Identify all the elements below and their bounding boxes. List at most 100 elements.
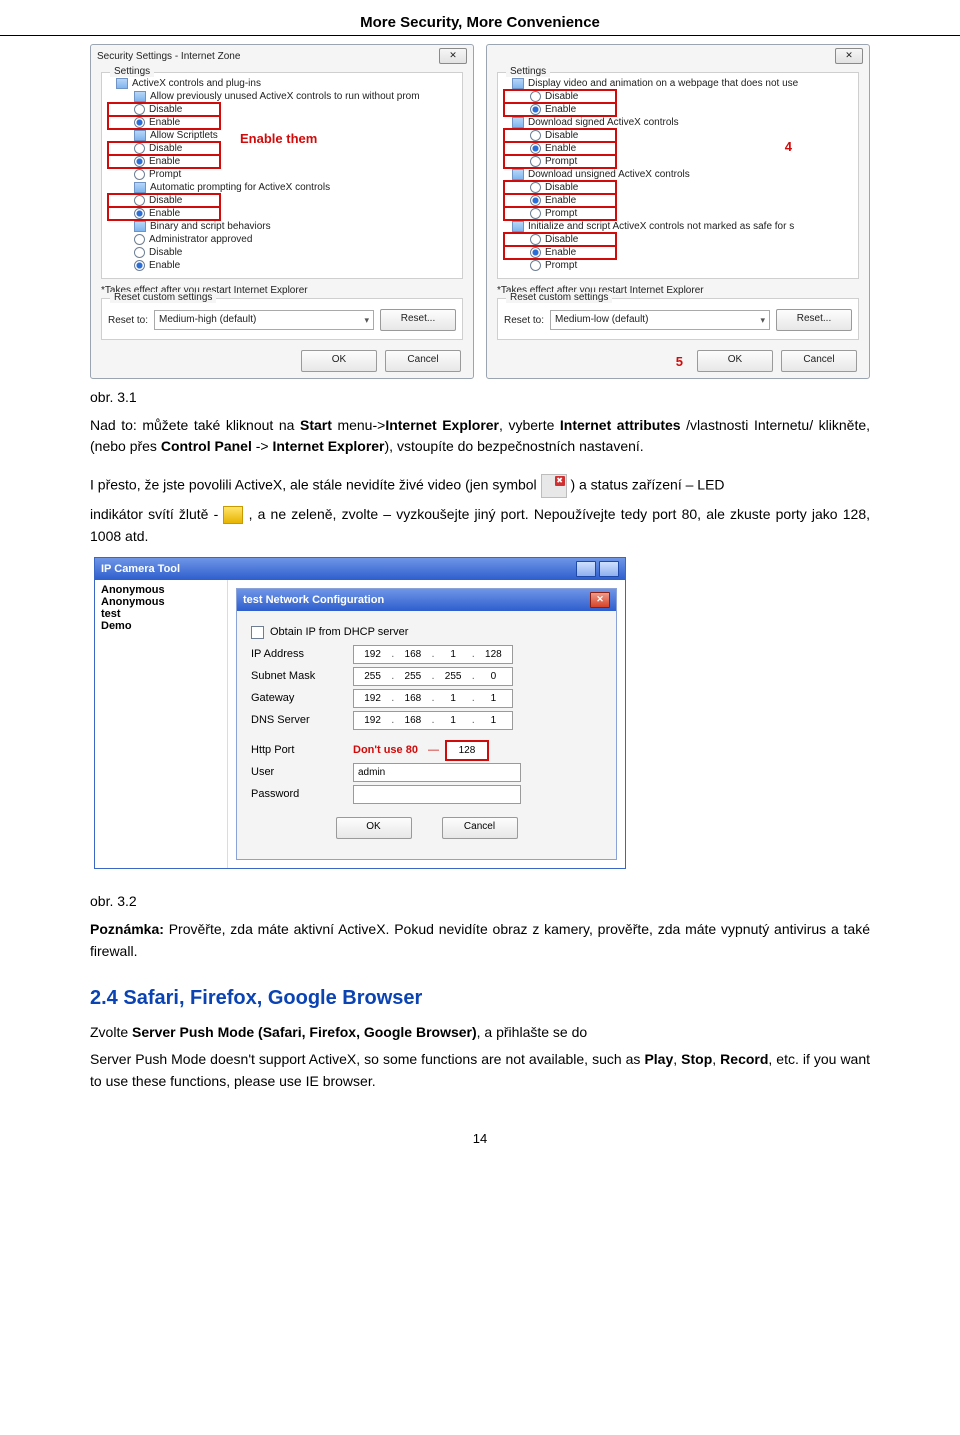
cancel-button[interactable]: Cancel <box>781 350 857 372</box>
radio-option[interactable] <box>530 143 541 154</box>
password-input[interactable] <box>353 785 521 804</box>
close-icon[interactable]: ✕ <box>439 48 467 64</box>
radio-option[interactable] <box>530 208 541 219</box>
yellow-led-icon <box>223 506 243 524</box>
option-group-label: Automatic prompting for ActiveX controls <box>150 182 330 193</box>
option-group-label: Binary and script behaviors <box>150 221 271 232</box>
cancel-button[interactable]: Cancel <box>442 817 518 839</box>
radio-option[interactable] <box>530 195 541 206</box>
option-label: Disable <box>149 195 182 206</box>
page-number: 14 <box>90 1099 870 1154</box>
user-input[interactable]: admin <box>353 763 521 782</box>
list-item[interactable]: Anonymous <box>101 584 221 596</box>
close-icon[interactable]: ✕ <box>590 592 610 608</box>
option-label: Disable <box>545 130 578 141</box>
radio-option[interactable] <box>134 143 145 154</box>
group-caption: Settings <box>506 66 550 77</box>
maximize-icon[interactable] <box>599 561 619 577</box>
option-label: Disable <box>545 91 578 102</box>
radio-option[interactable] <box>530 247 541 258</box>
radio-option[interactable] <box>134 156 145 167</box>
radio-option[interactable] <box>134 234 145 245</box>
ok-button[interactable]: OK <box>336 817 412 839</box>
option-label: Disable <box>149 247 182 258</box>
radio-option[interactable] <box>530 91 541 102</box>
list-item[interactable]: test <box>101 608 221 620</box>
radio-option[interactable] <box>134 208 145 219</box>
dhcp-checkbox[interactable] <box>251 626 264 639</box>
window-title: IP Camera Tool <box>101 563 180 575</box>
ip-input[interactable]: 192.168.1.1 <box>353 689 513 708</box>
radio-option[interactable] <box>134 247 145 258</box>
option-group-label: Initialize and script ActiveX controls n… <box>528 221 794 232</box>
option-label: Enable <box>545 143 576 154</box>
radio-option[interactable] <box>134 117 145 128</box>
reset-button[interactable]: Reset... <box>776 309 852 331</box>
caption-3-2: obr. 3.2 <box>90 891 870 913</box>
ip-input[interactable]: 255.255.255.0 <box>353 667 513 686</box>
dialog-title: test Network Configuration <box>243 594 384 606</box>
paragraph-port: indikátor svítí žlutě - , a ne zeleně, z… <box>90 504 870 547</box>
option-group-label: Download unsigned ActiveX controls <box>528 169 690 180</box>
paragraph-activex-video: I přesto, že jste povolili ActiveX, ale … <box>90 474 870 498</box>
network-config-dialog: test Network Configuration ✕ Obtain IP f… <box>236 588 617 860</box>
radio-option[interactable] <box>134 195 145 206</box>
field-label: Gateway <box>251 692 347 704</box>
option-label: Enable <box>149 208 180 219</box>
list-item[interactable]: Demo <box>101 620 221 632</box>
ip-camera-tool-window: IP Camera Tool AnonymousAnonymoustestDem… <box>94 557 626 869</box>
field-label: DNS Server <box>251 714 347 726</box>
option-group-label: Download signed ActiveX controls <box>528 117 679 128</box>
radio-option[interactable] <box>530 260 541 271</box>
field-label: Subnet Mask <box>251 670 347 682</box>
error-video-icon <box>541 474 567 498</box>
section-heading-2-4: 2.4 Safari, Firefox, Google Browser <box>90 987 870 1010</box>
caption-3-1: obr. 3.1 <box>90 387 870 409</box>
note-paragraph: Poznámka: Prověřte, zda máte aktivní Act… <box>90 919 870 962</box>
option-label: Prompt <box>545 156 577 167</box>
reset-label: Reset to: <box>108 315 148 326</box>
password-label: Password <box>251 788 347 800</box>
radio-option[interactable] <box>134 104 145 115</box>
radio-option[interactable] <box>530 234 541 245</box>
radio-option[interactable] <box>530 182 541 193</box>
cancel-button[interactable]: Cancel <box>385 350 461 372</box>
dialog-security-settings: Security Settings - Internet Zone ✕ Sett… <box>90 44 474 379</box>
reset-combo[interactable]: Medium-high (default) <box>154 310 374 330</box>
minimize-icon[interactable] <box>576 561 596 577</box>
option-label: Enable <box>149 260 180 271</box>
option-label: Enable <box>149 117 180 128</box>
close-icon[interactable]: ✕ <box>835 48 863 64</box>
option-label: Administrator approved <box>149 234 252 245</box>
paragraph-server-push-1: Zvolte Server Push Mode (Safari, Firefox… <box>90 1022 870 1044</box>
camera-list[interactable]: AnonymousAnonymoustestDemo <box>95 580 228 868</box>
annotation-enable-them: Enable them <box>240 131 317 146</box>
ok-button[interactable]: OK <box>301 350 377 372</box>
radio-option[interactable] <box>530 130 541 141</box>
reset-combo[interactable]: Medium-low (default) <box>550 310 770 330</box>
annotation-4: 4 <box>785 139 792 154</box>
http-port-input[interactable]: 128 <box>445 740 489 761</box>
radio-option[interactable] <box>530 104 541 115</box>
option-label: Prompt <box>545 208 577 219</box>
option-label: Enable <box>545 195 576 206</box>
option-label: Enable <box>545 247 576 258</box>
radio-option[interactable] <box>530 156 541 167</box>
option-label: Disable <box>149 143 182 154</box>
ip-input[interactable]: 192.168.1.128 <box>353 645 513 664</box>
ip-input[interactable]: 192.168.1.1 <box>353 711 513 730</box>
reset-button[interactable]: Reset... <box>380 309 456 331</box>
option-label: Disable <box>149 104 182 115</box>
dialog-title: Security Settings - Internet Zone <box>97 51 240 62</box>
option-group-label: Allow Scriptlets <box>150 130 218 141</box>
option-group-label: ActiveX controls and plug-ins <box>132 78 261 89</box>
dhcp-label: Obtain IP from DHCP server <box>270 626 408 638</box>
radio-option[interactable] <box>134 260 145 271</box>
list-item[interactable]: Anonymous <box>101 596 221 608</box>
reset-caption: Reset custom settings <box>110 292 216 303</box>
radio-option[interactable] <box>134 169 145 180</box>
figure-3-1: Security Settings - Internet Zone ✕ Sett… <box>90 44 870 379</box>
field-label: IP Address <box>251 648 347 660</box>
reset-caption: Reset custom settings <box>506 292 612 303</box>
ok-button[interactable]: OK <box>697 350 773 372</box>
